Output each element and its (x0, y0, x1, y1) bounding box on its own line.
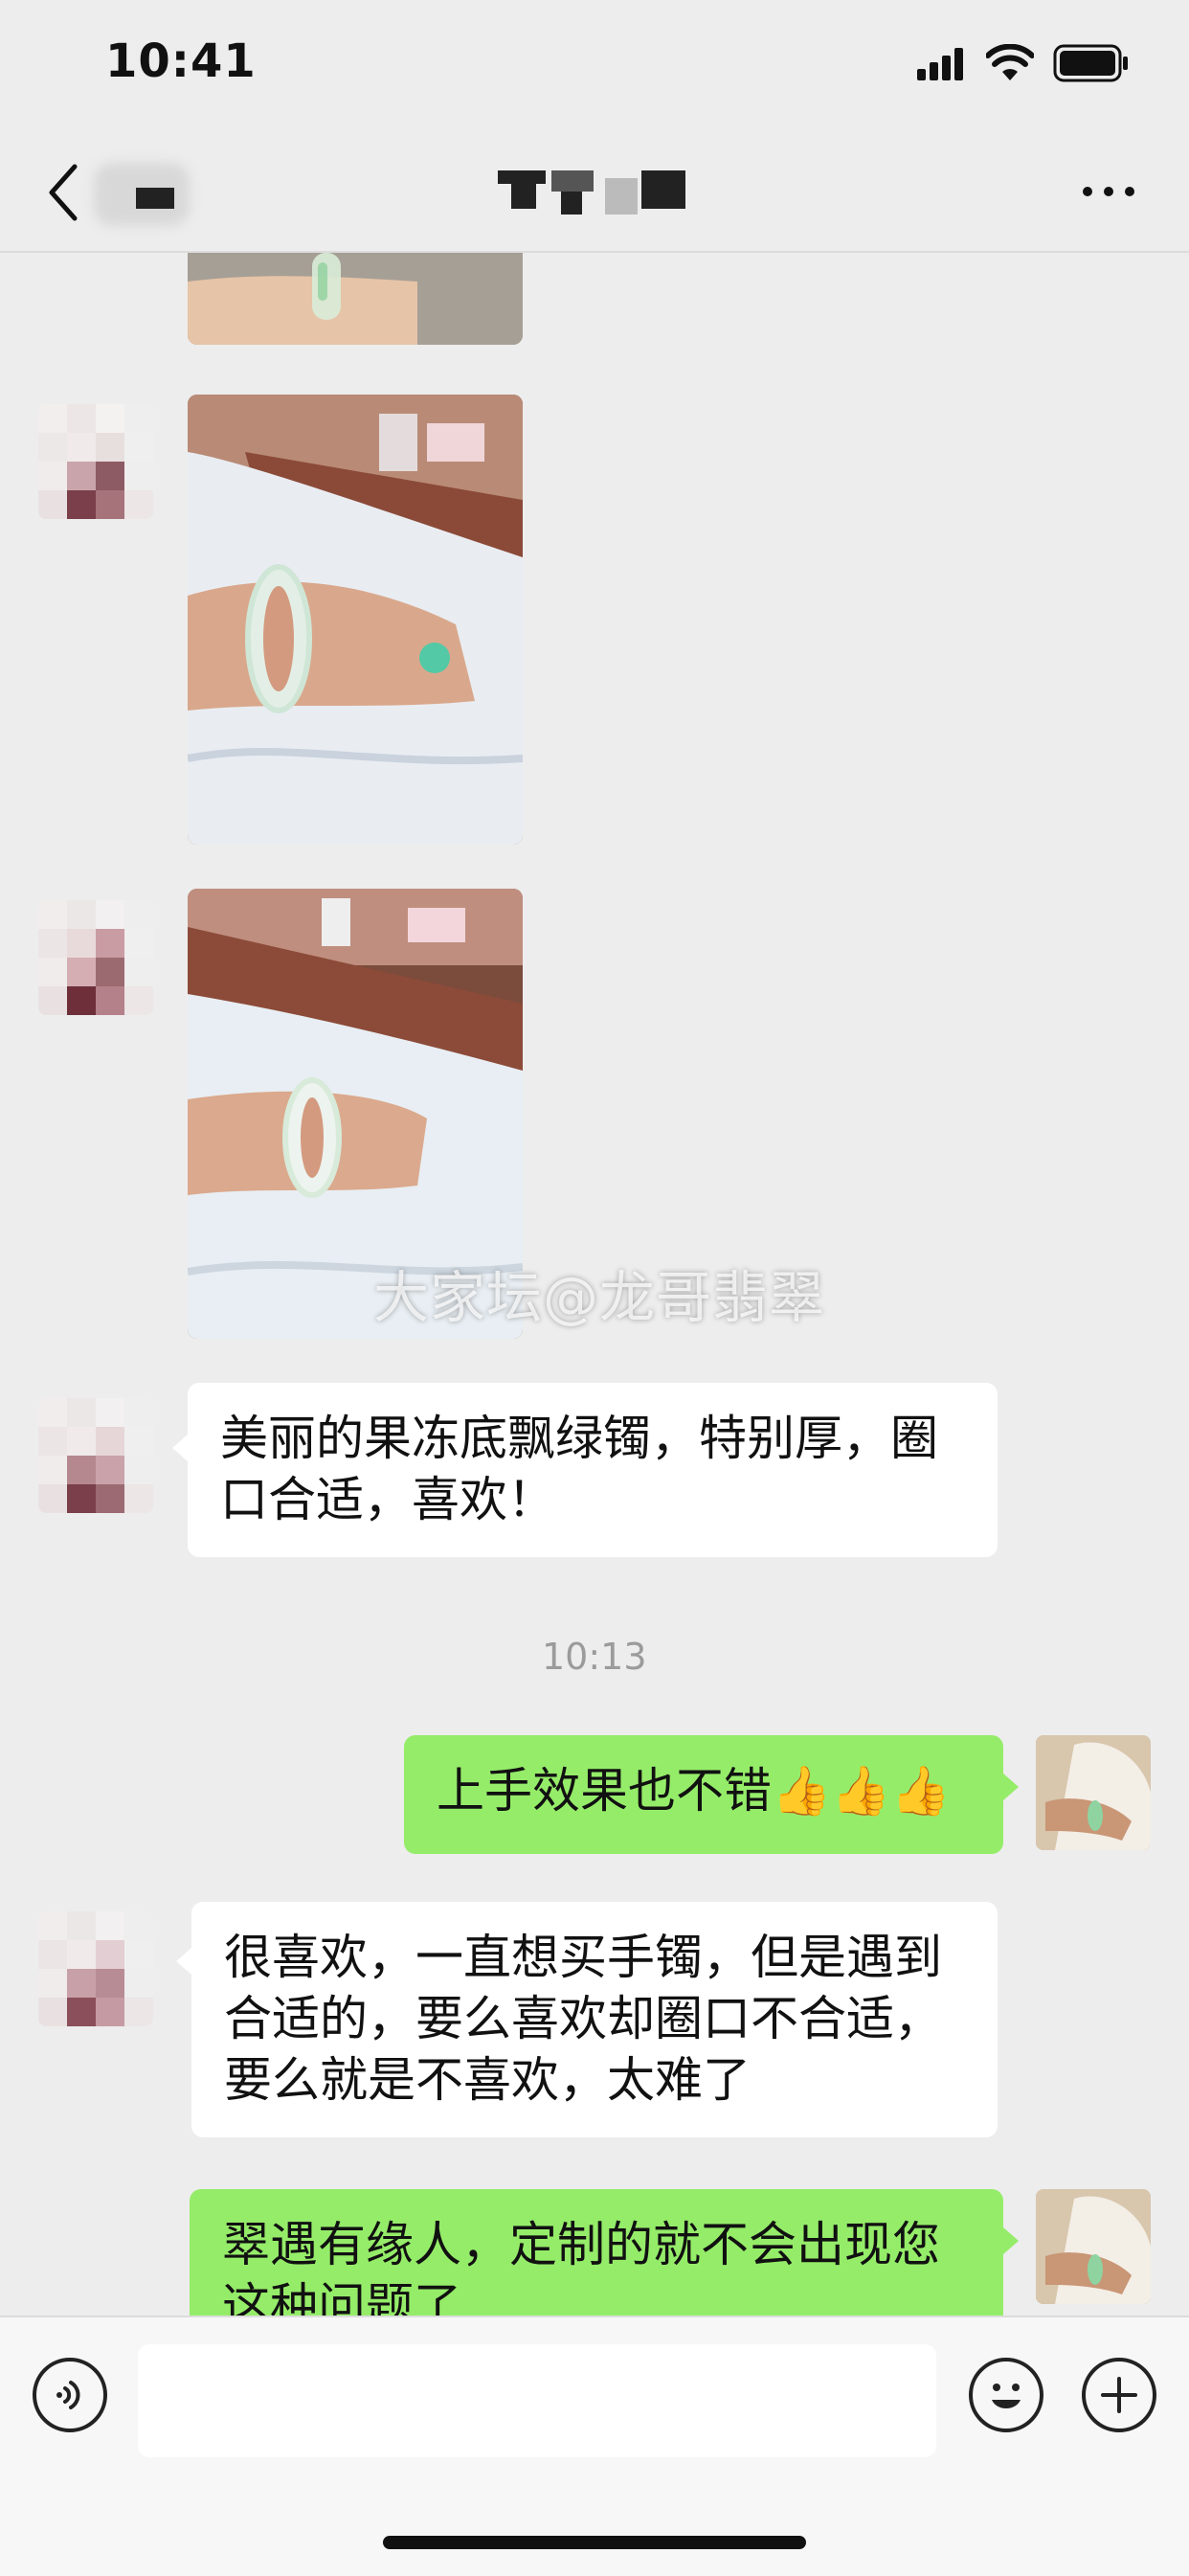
nav-bar (0, 134, 1189, 253)
message-text: 美丽的果冻底飘绿镯，特别厚，圈口合适，喜欢！ (220, 1411, 938, 1527)
status-bar: 10:41 (0, 0, 1189, 134)
home-indicator (383, 2536, 806, 2549)
bubble-tail (176, 1948, 191, 1975)
contact-avatar[interactable] (38, 1911, 153, 2026)
more-icon[interactable] (1080, 182, 1137, 201)
battery-icon (1053, 44, 1130, 82)
contact-avatar[interactable] (38, 404, 153, 519)
message-text: 上手效果也不错👍👍👍 (437, 1763, 951, 1819)
bubble-tail (1003, 2227, 1019, 2254)
signal-icon (917, 48, 965, 80)
chat-area[interactable]: 大家坛@龙哥翡翠 美丽的果冻底飘绿镯，特别厚，圈口合适，喜欢！ 10:13 上手… (0, 253, 1189, 2316)
message-text: 很喜欢，一直想买手镯，但是遇到合适的，要么喜欢却圈口不合适，要么就是不喜欢，太难… (224, 1930, 942, 2108)
voice-icon[interactable] (33, 2358, 107, 2432)
message-text: 翠遇有缘人，定制的就不会出现您这种问题了 (222, 2217, 940, 2316)
outgoing-message[interactable]: 翠遇有缘人，定制的就不会出现您这种问题了 (190, 2189, 1003, 2316)
bubble-tail (1003, 1774, 1019, 1800)
plus-icon[interactable] (1082, 2358, 1156, 2432)
back-label-redacted-block (136, 188, 174, 209)
back-chevron-icon[interactable] (44, 163, 82, 222)
chat-photo-bangle-1[interactable] (188, 253, 523, 345)
bubble-tail (172, 1435, 188, 1461)
incoming-message[interactable]: 很喜欢，一直想买手镯，但是遇到合适的，要么喜欢却圈口不合适，要么就是不喜欢，太难… (191, 1902, 998, 2137)
my-avatar[interactable] (1036, 2189, 1151, 2304)
outgoing-message[interactable]: 上手效果也不错👍👍👍 (404, 1735, 1003, 1854)
timestamp: 10:13 (542, 1636, 647, 1678)
emoji-icon[interactable] (969, 2358, 1043, 2432)
contact-avatar[interactable] (38, 900, 153, 1015)
chat-title-redacted (498, 170, 689, 215)
message-input[interactable] (138, 2344, 936, 2457)
contact-avatar[interactable] (38, 1398, 153, 1513)
my-avatar[interactable] (1036, 1735, 1151, 1850)
wifi-icon (985, 43, 1035, 82)
watermark: 大家坛@龙哥翡翠 (373, 1265, 826, 1330)
chat-photo-bangle-2[interactable] (188, 395, 523, 845)
incoming-message[interactable]: 美丽的果冻底飘绿镯，特别厚，圈口合适，喜欢！ (188, 1383, 998, 1557)
status-time: 10:41 (105, 34, 257, 88)
